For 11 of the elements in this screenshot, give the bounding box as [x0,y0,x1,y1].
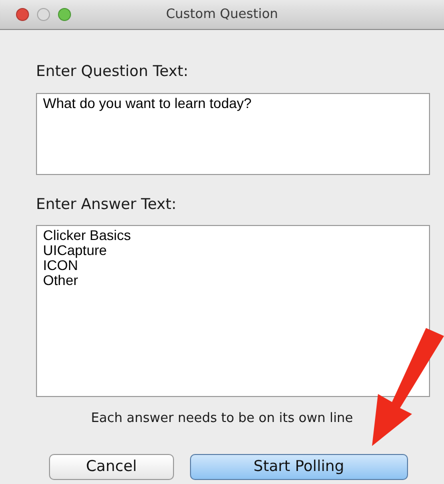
question-field[interactable]: What do you want to learn today? [36,92,430,174]
close-icon[interactable] [16,8,29,21]
window-title: Custom Question [166,6,278,24]
zoom-icon[interactable] [58,8,71,21]
question-label: Enter Question Text: [36,61,190,82]
minimize-icon[interactable] [37,8,50,21]
hint-text: Each answer needs to be on its own line [90,410,354,428]
answer-field[interactable]: Clicker Basics UICapture ICON Other [36,225,430,397]
answer-label: Enter Answer Text: [36,194,178,214]
button[interactable]: Cancel [49,454,174,480]
default-button[interactable]: Start Polling [190,454,408,480]
